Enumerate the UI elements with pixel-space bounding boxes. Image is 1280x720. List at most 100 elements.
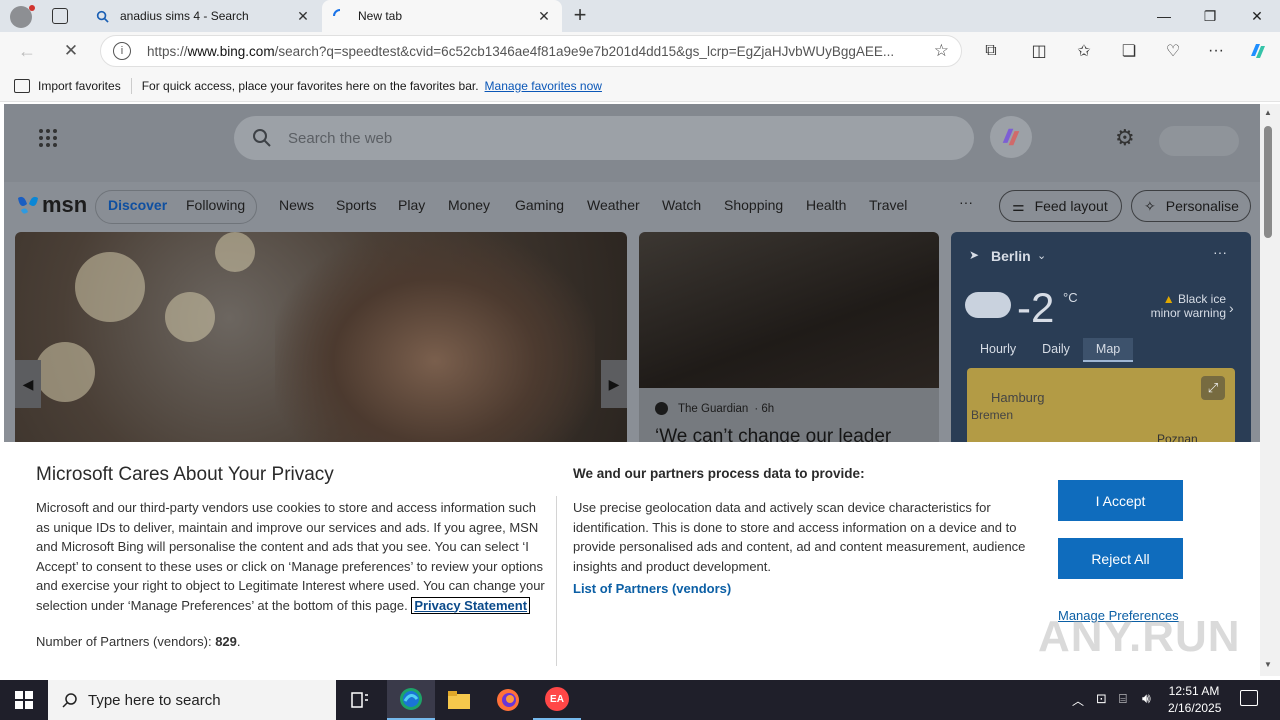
minimize-button[interactable]: — xyxy=(1141,0,1187,32)
new-tab-button[interactable]: + xyxy=(568,4,592,28)
list-of-partners-link[interactable]: List of Partners (vendors) xyxy=(573,581,731,596)
weather-card[interactable]: ➤ Berlin ⌄ ··· -2 °C ▲ Black ice minor w… xyxy=(951,232,1251,447)
taskbar-search-input[interactable]: Type here to search xyxy=(48,680,336,720)
edge-app-icon[interactable] xyxy=(387,680,435,720)
tab-hourly[interactable]: Hourly xyxy=(967,338,1029,362)
site-info-icon[interactable]: i xyxy=(113,42,131,60)
nav-play[interactable]: Play xyxy=(398,197,425,213)
settings-gear-icon[interactable]: ⚙ xyxy=(1115,125,1135,151)
more-menu-icon[interactable]: ··· xyxy=(1201,36,1231,66)
accept-button[interactable]: I Accept xyxy=(1058,480,1183,521)
nav-weather[interactable]: Weather xyxy=(587,197,640,213)
split-screen-icon[interactable]: ◫ xyxy=(1024,36,1054,66)
web-search-input[interactable]: Search the web xyxy=(234,116,974,160)
nav-gaming[interactable]: Gaming xyxy=(515,197,564,213)
task-view-icon[interactable] xyxy=(336,680,384,720)
tab-title: New tab xyxy=(358,9,403,23)
copilot-icon[interactable] xyxy=(1243,36,1273,66)
tab-daily[interactable]: Daily xyxy=(1029,338,1083,362)
data-purposes-body: Use precise geolocation data and activel… xyxy=(573,500,1026,574)
nav-watch[interactable]: Watch xyxy=(662,197,701,213)
carousel-prev-button[interactable]: ◀ xyxy=(15,360,41,408)
tab-actions-icon[interactable] xyxy=(52,8,68,24)
extensions-icon[interactable]: ⧉ xyxy=(976,36,1006,66)
favorites-icon[interactable]: ✩ xyxy=(1069,36,1099,66)
news-card[interactable]: The Guardian · 6h ‘We can’t change our l… xyxy=(639,232,939,447)
profile-avatar[interactable] xyxy=(10,5,35,28)
vertical-scrollbar[interactable]: ▲ ▼ xyxy=(1260,104,1280,676)
nav-sports[interactable]: Sports xyxy=(336,197,376,213)
nav-travel[interactable]: Travel xyxy=(869,197,907,213)
scrollbar-thumb[interactable] xyxy=(1264,126,1272,238)
stop-loading-button[interactable]: ✕ xyxy=(56,36,86,66)
nav-money[interactable]: Money xyxy=(448,197,490,213)
personalise-button[interactable]: ✧ Personalise xyxy=(1131,190,1251,222)
close-icon[interactable]: ✕ xyxy=(536,8,552,25)
tab-map[interactable]: Map xyxy=(1082,338,1134,362)
manage-favorites-link[interactable]: Manage favorites now xyxy=(485,79,602,93)
weather-tabs: Hourly Daily Map xyxy=(967,338,1134,362)
firefox-icon[interactable] xyxy=(484,680,532,720)
more-options-icon[interactable]: ··· xyxy=(1213,244,1227,260)
ea-app-icon[interactable]: EA xyxy=(533,680,581,720)
tab-discover[interactable]: Discover xyxy=(108,197,167,213)
sign-in-button[interactable] xyxy=(1159,126,1239,156)
feed-layout-button[interactable]: ⚌ Feed layout xyxy=(999,190,1122,222)
search-icon xyxy=(62,693,77,708)
warning-icon: ▲ xyxy=(1162,292,1175,306)
start-button[interactable] xyxy=(0,680,48,720)
expand-icon[interactable]: ⤢ xyxy=(1201,376,1225,400)
hero-image xyxy=(165,292,215,342)
cloud-icon xyxy=(965,292,1011,318)
chevron-down-icon[interactable]: ⌄ xyxy=(1037,249,1046,262)
chevron-up-icon[interactable]: ︿ xyxy=(1072,692,1084,709)
volume-icon[interactable]: 🔊︎ xyxy=(1142,690,1151,707)
address-bar[interactable]: i https://www.bing.com/search?q=speedtes… xyxy=(100,35,962,67)
hero-image xyxy=(35,342,95,402)
clock-time: 12:51 AM xyxy=(1168,684,1220,698)
hero-news-card[interactable] xyxy=(15,232,627,447)
privacy-statement-link[interactable]: Privacy Statement xyxy=(411,596,531,614)
apps-grid-icon[interactable] xyxy=(38,128,58,148)
hero-image xyxy=(75,252,145,322)
msn-logo-text: msn xyxy=(42,192,88,217)
tab-new-tab[interactable]: New tab ✕ xyxy=(322,0,562,32)
scroll-down-icon[interactable]: ▼ xyxy=(1264,660,1272,669)
back-button[interactable]: ← xyxy=(12,36,42,66)
nav-shopping[interactable]: Shopping xyxy=(724,197,783,213)
network-icon[interactable]: ⊡ xyxy=(1096,691,1107,707)
sliders-icon: ⚌ xyxy=(1012,197,1025,214)
nav-health[interactable]: Health xyxy=(806,197,846,213)
tab-following[interactable]: Following xyxy=(186,197,245,213)
tab-search[interactable]: anadius sims 4 - Search ✕ xyxy=(84,0,321,32)
weather-warning[interactable]: ▲ Black ice minor warning xyxy=(1141,292,1226,320)
msn-logo[interactable]: msn xyxy=(16,192,87,218)
butterfly-logo-icon xyxy=(18,196,38,214)
nav-news[interactable]: News xyxy=(279,197,314,213)
weather-city[interactable]: Berlin xyxy=(991,248,1031,264)
close-icon[interactable]: ✕ xyxy=(295,8,311,25)
msn-nav-row: msn Discover Following News Sports Play … xyxy=(4,182,1260,230)
taskbar-clock[interactable]: 12:51 AM 2/16/2025 xyxy=(1168,683,1221,717)
import-favorites-button[interactable]: Import favorites xyxy=(14,78,121,93)
feed-layout-label: Feed layout xyxy=(1034,198,1108,214)
restore-button[interactable]: ❐ xyxy=(1187,0,1233,32)
browser-essentials-icon[interactable]: ♡ xyxy=(1158,36,1188,66)
more-nav-button[interactable]: ··· xyxy=(959,194,973,210)
url-text[interactable]: https://www.bing.com/search?q=speedtest&… xyxy=(147,44,934,59)
wifi-icon[interactable]: ⌸ xyxy=(1119,691,1127,707)
favorite-star-icon[interactable]: ☆ xyxy=(934,41,949,61)
loading-spinner-icon xyxy=(332,8,348,24)
chevron-right-icon[interactable]: › xyxy=(1229,300,1234,316)
reject-all-button[interactable]: Reject All xyxy=(1058,538,1183,579)
notifications-icon[interactable] xyxy=(1240,690,1258,706)
collections-icon[interactable]: ❏ xyxy=(1114,36,1144,66)
close-window-button[interactable]: ✕ xyxy=(1234,0,1280,32)
file-explorer-icon[interactable] xyxy=(435,680,483,720)
weather-map[interactable]: Hamburg Bremen Poznan ⤢ xyxy=(967,368,1235,447)
carousel-next-button[interactable]: ▶ xyxy=(601,360,627,408)
windows-logo-icon xyxy=(15,691,33,709)
scroll-up-icon[interactable]: ▲ xyxy=(1264,108,1272,117)
import-icon xyxy=(14,78,30,93)
copilot-icon[interactable] xyxy=(990,116,1032,158)
